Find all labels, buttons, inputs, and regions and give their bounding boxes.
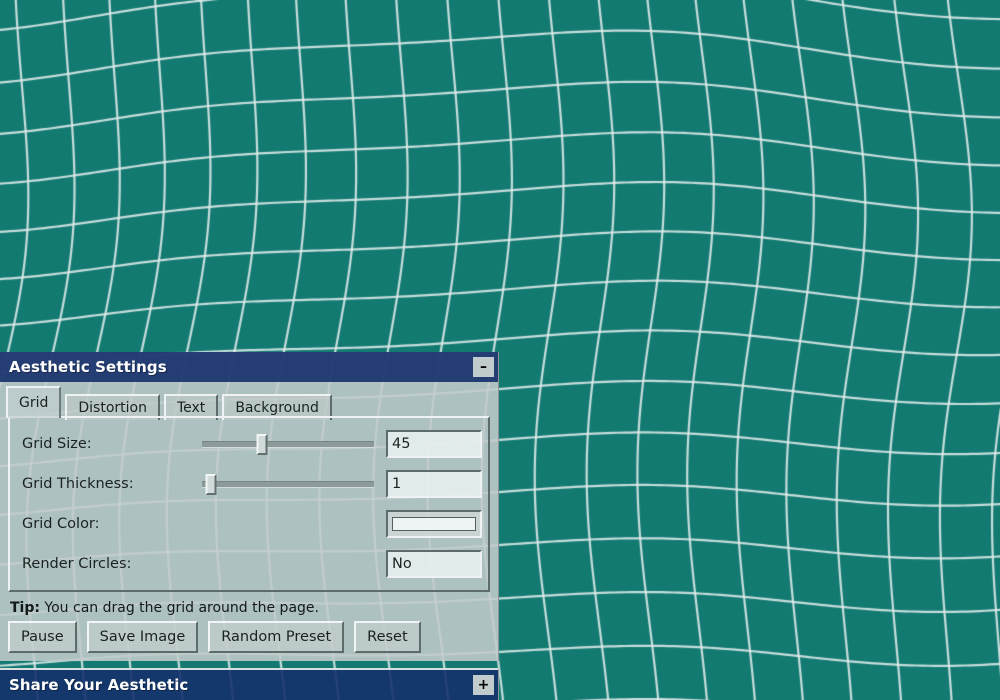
slider-track (202, 480, 374, 488)
expand-icon[interactable]: + (473, 675, 494, 695)
settings-titlebar[interactable]: Aesthetic Settings – (0, 352, 498, 382)
grid-thickness-label: Grid Thickness: (22, 476, 134, 492)
tab-background-label: Background (235, 400, 319, 416)
settings-tabs: Grid Distortion Text Background (0, 382, 498, 420)
share-panel-title: Share Your Aesthetic (9, 676, 189, 694)
grid-thickness-slider[interactable] (202, 473, 374, 495)
setting-row-grid-size: Grid Size: 45 (14, 424, 484, 464)
reset-button[interactable]: Reset (354, 621, 421, 653)
tip-prefix: Tip: (10, 600, 40, 616)
tab-grid[interactable]: Grid (6, 386, 62, 418)
grid-thickness-control (198, 473, 386, 495)
random-preset-button[interactable]: Random Preset (208, 621, 345, 653)
grid-size-label: Grid Size: (22, 436, 92, 452)
settings-title: Aesthetic Settings (9, 358, 167, 376)
grid-thickness-input[interactable]: 1 (386, 470, 482, 498)
share-panel-header[interactable]: Share Your Aesthetic + (0, 668, 499, 700)
setting-row-render-circles: Render Circles: No (14, 544, 484, 584)
tab-distortion-label: Distortion (78, 400, 147, 416)
tab-grid-label: Grid (19, 395, 49, 411)
grid-size-input[interactable]: 45 (386, 430, 482, 458)
app-stage: Aesthetic Settings – Grid Distortion Tex… (0, 0, 1000, 700)
render-circles-input[interactable]: No (386, 550, 482, 578)
pause-button[interactable]: Pause (8, 621, 77, 653)
slider-thumb[interactable] (205, 473, 217, 495)
grid-color-swatch (392, 517, 476, 531)
grid-size-control (198, 433, 386, 455)
settings-group: Grid Size: 45 Grid Thickness: 1 Grid Col… (8, 416, 490, 592)
tab-text-label: Text (176, 400, 206, 416)
grid-size-slider[interactable] (202, 433, 374, 455)
tip-text: Tip: You can drag the grid around the pa… (0, 594, 498, 618)
save-image-button[interactable]: Save Image (86, 621, 199, 653)
minimize-icon[interactable]: – (473, 357, 494, 377)
render-circles-label: Render Circles: (22, 556, 132, 572)
tip-body: You can drag the grid around the page. (39, 600, 319, 616)
slider-thumb[interactable] (256, 433, 268, 455)
action-buttons: Pause Save Image Random Preset Reset (0, 618, 498, 661)
slider-track (202, 440, 374, 448)
settings-panel: Aesthetic Settings – Grid Distortion Tex… (0, 352, 499, 661)
grid-color-picker[interactable] (386, 510, 482, 538)
grid-color-label: Grid Color: (22, 516, 100, 532)
setting-row-grid-thickness: Grid Thickness: 1 (14, 464, 484, 504)
setting-row-grid-color: Grid Color: (14, 504, 484, 544)
